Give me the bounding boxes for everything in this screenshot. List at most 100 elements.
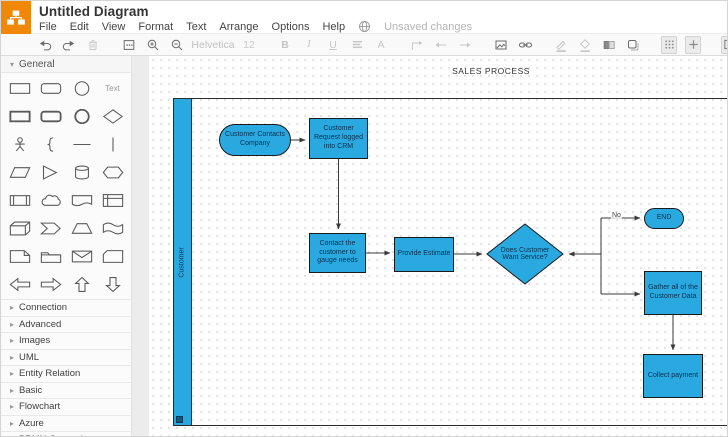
sidebar-shape-diamond[interactable] bbox=[97, 106, 128, 127]
sidebar-shape-arrow-left[interactable] bbox=[4, 274, 35, 295]
font-size-select[interactable]: 12 bbox=[241, 36, 257, 54]
sidebar-shape-rectangle[interactable] bbox=[4, 78, 35, 99]
document-title[interactable]: Untitled Diagram bbox=[39, 4, 149, 19]
insert-image-button[interactable] bbox=[493, 36, 509, 54]
sidebar-shape-actor[interactable] bbox=[4, 134, 35, 155]
sidebar-section-advanced[interactable]: ▸ Advanced bbox=[1, 316, 131, 333]
sidebar-shape-ellipse[interactable] bbox=[66, 78, 97, 99]
connection-style-button[interactable] bbox=[409, 36, 425, 54]
bold-button[interactable]: B bbox=[277, 36, 293, 54]
sidebar-shape-folder[interactable] bbox=[35, 246, 66, 267]
menu-format[interactable]: Format bbox=[138, 21, 173, 33]
zoom-in-button[interactable] bbox=[145, 36, 161, 54]
sidebar-shape-triangle[interactable] bbox=[35, 162, 66, 183]
sidebar-section-images[interactable]: ▸ Images bbox=[1, 333, 131, 350]
language-globe-icon[interactable] bbox=[358, 20, 371, 33]
sidebar-shape-internal-storage[interactable] bbox=[97, 190, 128, 211]
sidebar-shape-vertical-line[interactable] bbox=[97, 134, 128, 155]
node-contact-customer[interactable]: Contact the customer to gauge needs bbox=[309, 233, 366, 273]
node-customer-request-logged[interactable]: Customer Request logged into CRM bbox=[309, 118, 368, 159]
diagram-title-label[interactable]: SALES PROCESS bbox=[401, 66, 581, 76]
node-customer-contacts-company[interactable]: Customer Contacts Company bbox=[219, 124, 291, 156]
sidebar-shape-brace[interactable] bbox=[35, 134, 66, 155]
sidebar-shape-arrow-down[interactable] bbox=[97, 274, 128, 295]
zoom-fit-button[interactable] bbox=[121, 36, 137, 54]
insert-link-button[interactable] bbox=[517, 36, 533, 54]
sidebar-shape-rectangle-bold[interactable] bbox=[4, 106, 35, 127]
sidebar-shape-step[interactable] bbox=[35, 218, 66, 239]
grid-toggle-button[interactable] bbox=[661, 35, 677, 54]
sidebar-shape-process[interactable] bbox=[4, 190, 35, 211]
sidebar-shape-cylinder[interactable] bbox=[66, 162, 97, 183]
swimlane-header[interactable]: Customer bbox=[174, 99, 192, 425]
sidebar-shape-cube[interactable] bbox=[4, 218, 35, 239]
sidebar-shape-trapezoid[interactable] bbox=[66, 218, 97, 239]
align-button[interactable] bbox=[349, 36, 365, 54]
sidebar-shape-horizontal-line[interactable] bbox=[66, 134, 97, 155]
lane-collapse-icon[interactable] bbox=[176, 416, 183, 423]
section-label: Connection bbox=[19, 302, 68, 314]
sidebar-section-general[interactable]: ▾ General bbox=[1, 56, 131, 73]
undo-button[interactable] bbox=[37, 36, 53, 54]
sidebar-section-azure[interactable]: ▸ Azure bbox=[1, 415, 131, 432]
arrow-end-button[interactable] bbox=[457, 36, 473, 54]
line-color-button[interactable] bbox=[553, 36, 569, 54]
sidebar-shape-parallelogram[interactable] bbox=[4, 162, 35, 183]
sidebar-shape-circle-bold[interactable] bbox=[66, 106, 97, 127]
fill-color-button[interactable] bbox=[577, 36, 593, 54]
section-label: UML bbox=[19, 351, 40, 363]
general-section-label: General bbox=[19, 58, 55, 70]
menu-file[interactable]: File bbox=[39, 21, 57, 33]
parallelogram-icon bbox=[9, 167, 30, 178]
sidebar-shape-note[interactable] bbox=[4, 246, 35, 267]
menu-edit[interactable]: Edit bbox=[70, 21, 89, 33]
sidebar-shape-rounded-rectangle-bold[interactable] bbox=[35, 106, 66, 127]
unsaved-changes-status: Unsaved changes bbox=[384, 20, 473, 33]
folder-icon bbox=[40, 252, 61, 263]
zoom-out-button[interactable] bbox=[169, 36, 185, 54]
section-label: Entity Relation bbox=[19, 368, 81, 380]
sidebar-shape-document[interactable] bbox=[66, 190, 97, 211]
sidebar-section-entity-relation[interactable]: ▸ Entity Relation bbox=[1, 366, 131, 383]
sidebar-shape-envelope[interactable] bbox=[66, 246, 97, 267]
menu-view[interactable]: View bbox=[102, 21, 126, 33]
format-panel-toggle-button[interactable] bbox=[721, 35, 727, 54]
sidebar-shape-rounded-rectangle[interactable] bbox=[35, 78, 66, 99]
sidebar-section-basic[interactable]: ▸ Basic bbox=[1, 382, 131, 399]
sidebar-shape-text[interactable]: Text bbox=[97, 78, 128, 99]
sidebar-shape-cloud[interactable] bbox=[35, 190, 66, 211]
gradient-button[interactable] bbox=[601, 36, 617, 54]
shadow-button[interactable] bbox=[625, 36, 641, 54]
sidebar-section-flowchart[interactable]: ▸ Flowchart bbox=[1, 399, 131, 416]
sidebar-shape-card[interactable] bbox=[97, 246, 128, 267]
redo-button[interactable] bbox=[61, 36, 77, 54]
node-does-customer-want-service[interactable]: Does Customer Want Service? bbox=[486, 223, 564, 285]
node-provide-estimate[interactable]: Provide Estimate bbox=[394, 237, 454, 272]
underline-button[interactable]: U bbox=[325, 36, 341, 54]
sidebar-section-connection[interactable]: ▸ Connection bbox=[1, 300, 131, 317]
italic-button[interactable]: I bbox=[301, 36, 317, 54]
edge-label-no[interactable]: No bbox=[611, 212, 622, 219]
menu-text[interactable]: Text bbox=[186, 21, 206, 33]
insert-shape-button[interactable] bbox=[685, 35, 701, 54]
sidebar-shape-tape[interactable] bbox=[97, 218, 128, 239]
sidebar-shape-arrow-right[interactable] bbox=[35, 274, 66, 295]
sidebar-shape-hexagon[interactable] bbox=[97, 162, 128, 183]
menu-options[interactable]: Options bbox=[272, 21, 310, 33]
node-end[interactable]: END bbox=[644, 208, 684, 229]
arrow-start-button[interactable] bbox=[433, 36, 449, 54]
menu-arrange[interactable]: Arrange bbox=[219, 21, 258, 33]
diagram-canvas[interactable]: SALES PROCESS Customer No Customer Conta… bbox=[149, 56, 727, 436]
sidebar-shape-arrow-up[interactable] bbox=[66, 274, 97, 295]
font-color-button[interactable]: A bbox=[373, 36, 389, 54]
document-icon bbox=[71, 195, 92, 207]
menu-help[interactable]: Help bbox=[322, 21, 345, 33]
node-gather-customer-data[interactable]: Gather all of the Customer Data bbox=[644, 271, 702, 315]
sidebar-scroll-gutter[interactable] bbox=[131, 56, 149, 436]
sidebar-section-bpmn-general[interactable]: ▸BPMN General bbox=[1, 432, 131, 436]
node-collect-payment[interactable]: Collect payment bbox=[643, 354, 703, 398]
sidebar-section-uml[interactable]: ▸ UML bbox=[1, 349, 131, 366]
drawio-logo-icon bbox=[1, 1, 31, 34]
font-family-select[interactable]: Helvetica bbox=[191, 36, 234, 54]
delete-button[interactable] bbox=[85, 36, 101, 54]
